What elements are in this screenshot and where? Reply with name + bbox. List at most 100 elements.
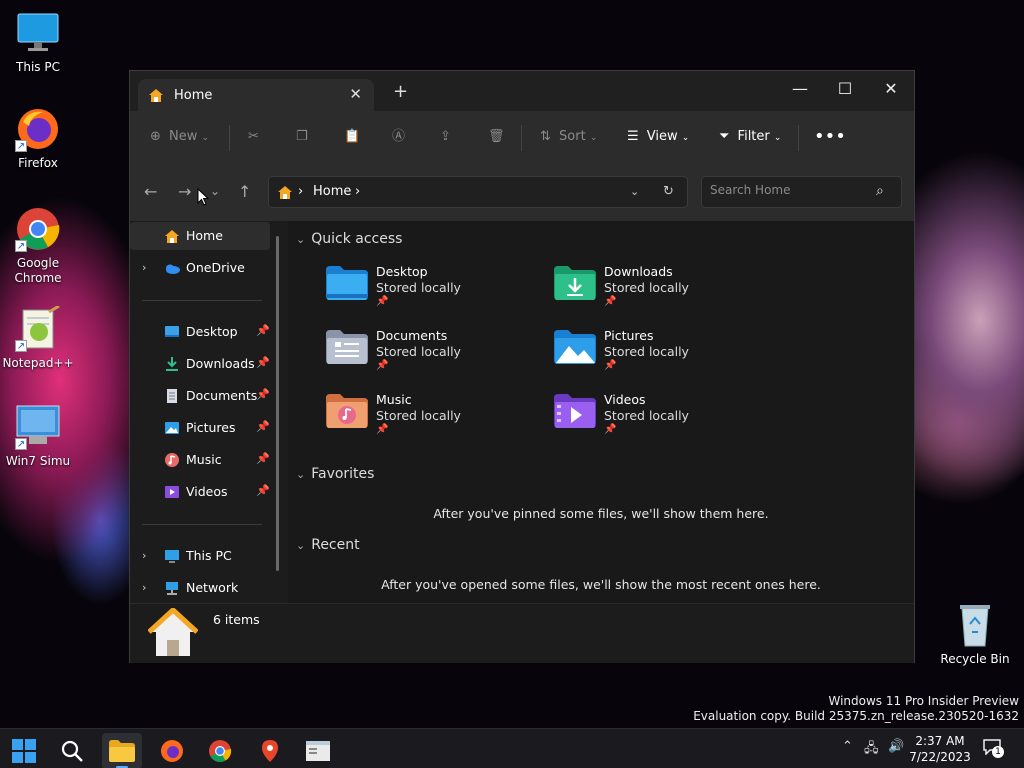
tab-close-icon[interactable]: ✕	[349, 85, 362, 103]
recent-header[interactable]: ⌄ Recent	[296, 537, 360, 553]
chevron-right-icon[interactable]: ›	[142, 261, 146, 274]
new-button[interactable]: ⊕ New ⌄	[150, 111, 209, 163]
new-tab-button[interactable]: +	[393, 83, 408, 101]
search-icon[interactable]: ⌕	[876, 183, 884, 199]
desktop-icon-win7simu[interactable]: ↗ Win7 Simu	[0, 404, 76, 469]
quick-access-item-documents[interactable]: Documents Stored locally 📌	[326, 328, 526, 384]
separator	[229, 125, 230, 151]
sidebar-item-downloads[interactable]: Downloads 📌	[130, 350, 270, 378]
maximize-button[interactable]: ☐	[822, 75, 868, 105]
tab-title: Home	[174, 88, 213, 103]
pin-icon: 📌	[256, 484, 270, 497]
recent-locations-button[interactable]: ⌄	[210, 184, 220, 198]
sidebar-item-documents[interactable]: Documents 📌	[130, 382, 270, 410]
copy-button[interactable]: ❐	[296, 111, 308, 163]
tab-home[interactable]: Home ✕	[138, 79, 374, 111]
quick-access-item-videos[interactable]: Videos Stored locally 📌	[554, 392, 754, 448]
taskbar-firefox[interactable]	[152, 733, 192, 768]
start-button[interactable]	[4, 733, 44, 768]
share-button[interactable]: ⇪	[440, 111, 451, 163]
desktop-icon-this-pc[interactable]: This PC	[0, 10, 76, 75]
quick-access-item-pictures[interactable]: Pictures Stored locally 📌	[554, 328, 754, 384]
filter-button[interactable]: ⏷ Filter ⌄	[719, 111, 781, 163]
chevron-right-icon[interactable]: ›	[142, 549, 146, 562]
sidebar-item-label: OneDrive	[186, 260, 245, 275]
scissors-icon: ✂	[248, 129, 259, 144]
desktop-icon-notepadpp[interactable]: ↗ Notepad++	[0, 304, 76, 371]
delete-button[interactable]: 🗑	[488, 111, 505, 163]
separator	[521, 125, 522, 151]
up-button[interactable]: ↑	[238, 182, 251, 201]
refresh-icon[interactable]: ↻	[663, 184, 674, 199]
taskbar: ⌃ 🖧 🔊 2:37 AM 7/22/2023 1	[0, 728, 1024, 768]
music-icon	[164, 452, 180, 468]
win7-simu-icon: ↗	[15, 404, 61, 450]
breadcrumb-home[interactable]: Home	[313, 184, 351, 199]
chrome-icon: ↗	[15, 206, 61, 252]
desktop-folder-icon	[164, 324, 180, 340]
notification-badge: 1	[992, 746, 1004, 758]
minimize-button[interactable]: —	[777, 75, 823, 105]
home-icon	[148, 87, 164, 106]
sidebar-item-pictures[interactable]: Pictures 📌	[130, 414, 270, 442]
documents-folder-icon	[326, 330, 368, 364]
back-button[interactable]: ←	[144, 182, 157, 201]
show-hidden-icons-chevron-icon[interactable]: ⌃	[842, 739, 853, 754]
rename-button[interactable]: Ⓐ	[392, 111, 405, 163]
cloud-icon	[164, 260, 180, 276]
sidebar-item-music[interactable]: Music 📌	[130, 446, 270, 474]
share-icon: ⇪	[440, 129, 451, 144]
sort-button[interactable]: ⇅ Sort ⌄	[540, 111, 597, 163]
desktop-icon-label: Firefox	[18, 156, 58, 170]
notification-center-button[interactable]: 1	[983, 739, 1005, 759]
taskbar-maps[interactable]	[250, 733, 290, 768]
address-bar[interactable]: › Home › ⌄ ↻	[268, 176, 688, 208]
chevron-right-icon[interactable]: ›	[142, 581, 146, 594]
pin-icon: 📌	[376, 296, 389, 307]
forward-button[interactable]: →	[178, 182, 191, 201]
network-status-icon[interactable]: 🖧	[864, 739, 879, 761]
desktop-icon-recycle-bin[interactable]: Recycle Bin	[937, 602, 1013, 667]
more-options-button[interactable]: •••	[814, 111, 846, 163]
sidebar-item-desktop[interactable]: Desktop 📌	[130, 318, 270, 346]
paste-button[interactable]: 📋	[344, 111, 360, 163]
video-icon	[164, 484, 180, 500]
search-input[interactable]	[710, 183, 870, 197]
desktop-icon-label: Google Chrome	[14, 256, 62, 285]
address-history-dropdown-icon[interactable]: ⌄	[630, 185, 639, 198]
sidebar-item-network[interactable]: › Network	[130, 574, 270, 602]
divider	[142, 524, 262, 525]
favorites-header[interactable]: ⌄ Favorites	[296, 466, 374, 482]
breadcrumb-chevron-icon[interactable]: ›	[355, 184, 360, 199]
file-explorer-window: Home ✕ + — ☐ ✕ ⊕ New ⌄ ✂ ❐ 📋 Ⓐ ⇪ 🗑 ⇅ Sor…	[129, 70, 915, 663]
quick-access-header[interactable]: ⌄ Quick access	[296, 231, 402, 247]
close-window-button[interactable]: ✕	[868, 75, 914, 105]
sidebar-scrollbar[interactable]	[276, 236, 279, 571]
command-bar: ⊕ New ⌄ ✂ ❐ 📋 Ⓐ ⇪ 🗑 ⇅ Sort ⌄ ☰ View ⌄ ⏷ …	[130, 111, 914, 163]
firefox-icon	[161, 740, 183, 762]
trash-icon: 🗑	[488, 129, 505, 144]
clock[interactable]: 2:37 AM 7/22/2023	[905, 733, 975, 765]
search-button[interactable]	[52, 733, 92, 768]
volume-icon[interactable]: 🔊	[888, 739, 904, 754]
desktop-icon-firefox[interactable]: ↗ Firefox	[0, 106, 76, 171]
quick-access-item-music[interactable]: Music Stored locally 📌	[326, 392, 526, 448]
quick-access-item-downloads[interactable]: Downloads Stored locally 📌	[554, 264, 754, 320]
taskbar-chrome[interactable]	[200, 733, 240, 768]
taskbar-app[interactable]	[298, 733, 338, 768]
cut-button[interactable]: ✂	[248, 111, 259, 163]
desktop-icon-chrome[interactable]: ↗ Google Chrome	[0, 206, 76, 286]
sidebar-item-onedrive[interactable]: › OneDrive	[130, 254, 270, 282]
sidebar-item-this-pc[interactable]: › This PC	[130, 542, 270, 570]
taskbar-file-explorer[interactable]	[102, 733, 142, 768]
item-location: Stored locally	[376, 344, 461, 359]
item-name: Pictures	[604, 328, 654, 343]
sidebar-item-home[interactable]: Home	[130, 222, 270, 250]
home-large-icon	[147, 607, 199, 661]
sidebar-item-videos[interactable]: Videos 📌	[130, 478, 270, 506]
shortcut-arrow-icon: ↗	[15, 140, 27, 152]
section-title: Recent	[311, 537, 360, 553]
view-button[interactable]: ☰ View ⌄	[627, 111, 689, 163]
quick-access-item-desktop[interactable]: Desktop Stored locally 📌	[326, 264, 526, 320]
search-box[interactable]: ⌕	[701, 176, 902, 208]
